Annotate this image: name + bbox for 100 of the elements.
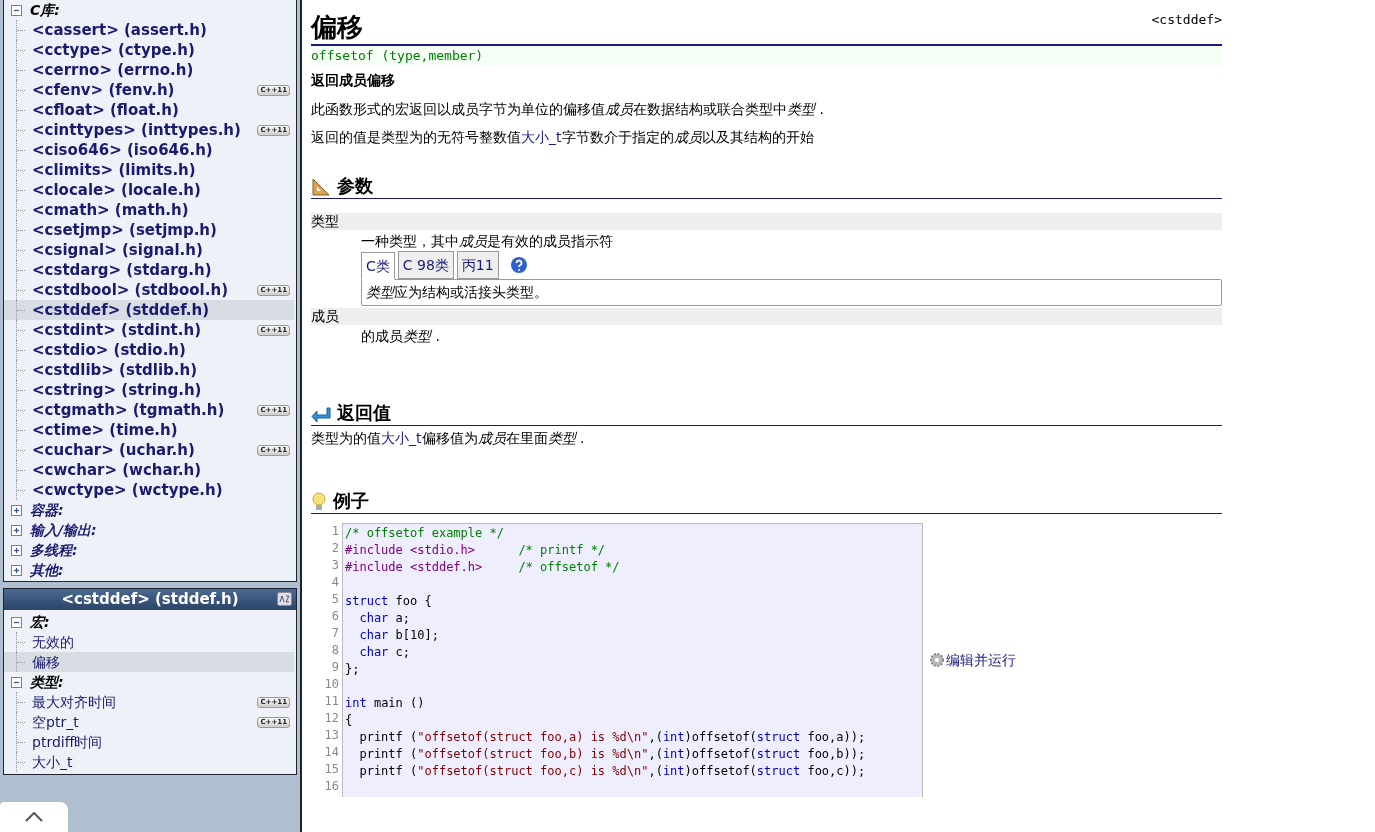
tree-item-label: <ctgmath> (tgmath.h) [32,399,225,421]
tree-group-label[interactable]: 类型: [30,671,64,693]
code-block: /* offsetof example */ #include <stdio.h> /* printf */ #include <stddef.h> /* offsetof */ struct foo { char a; char b[10]; char c; }; int main () { printf ("offsetof(struct foo,a) is %d\n",(int)offsetof(struct foo,a)); printf ("offsetof(struct foo,b) is %d\n",(int)offsetof(struct foo,b)); printf ("offsetof(struct foo,c) is %d\n",(int)offsetof(struct foo,c)); [342,523,923,797]
edit-and-run-link[interactable]: 编辑并运行 [929,649,1016,671]
tree-item-label: <csetjmp> (setjmp.h) [32,219,217,241]
tree-item[interactable]: <cstdlib> (stdlib.h) [4,360,294,380]
tree-item-label: <csignal> (signal.h) [32,239,203,261]
tree-item[interactable]: <cstdio> (stdio.h) [4,340,294,360]
line-number: 14 [324,744,339,761]
line-number: 11 [324,693,339,710]
tree-item-label: <cuchar> (uchar.h) [32,439,195,461]
tree-item-label: <cstring> (string.h) [32,379,202,401]
expand-icon[interactable] [11,524,22,536]
tree-item[interactable]: <cstddef> (stddef.h) [4,300,294,320]
section-heading: 例子 [333,490,369,512]
tree-item-label: <cstdbool> (stdbool.h) [32,279,228,301]
tree-group-label[interactable]: 输入/输出: [30,519,97,541]
tree-item-label: <cassert> (assert.h) [32,19,207,41]
version-tab[interactable]: C 98类 [397,251,454,279]
tree-item-label: <cinttypes> (inttypes.h) [32,119,241,141]
tree-item[interactable]: <cassert> (assert.h) [4,20,294,40]
collapse-icon[interactable] [11,616,22,628]
line-number: 13 [324,727,339,744]
summary: 返回成员偏移 [311,71,396,90]
tree-item-label: <cwchar> (wchar.h) [32,459,202,481]
prototype: offsetof (type,member) [311,46,1222,66]
tree-item[interactable]: <clocale> (locale.h) [4,180,294,200]
parameter-name: 类型 [311,213,1222,230]
version-tab[interactable]: C类 [361,252,395,280]
tab-content-text: 类型应为结构或活接头类型。 [366,283,548,302]
tree-item[interactable]: <ciso646> (iso646.h) [4,140,294,160]
line-number: 8 [331,642,339,659]
help-icon[interactable] [509,256,528,274]
tree-item[interactable]: ptrdiff时间 [4,732,294,752]
parameter-description: 一种类型，其中成员是有效的成员指示符 [361,232,614,251]
tree-group-label[interactable]: 容器: [30,499,64,521]
description-paragraph: 返回的值是类型为的无符号整数值大小_t字节数介于指定的成员以及其结构的开始 [311,128,815,147]
tree-item[interactable]: <cfloat> (float.h) [4,100,294,120]
line-number: 10 [324,676,339,693]
tree-item[interactable]: 大小_t [4,752,294,772]
line-number: 9 [331,659,339,676]
tree-item-label: <cstdio> (stdio.h) [32,339,186,361]
line-number: 1 [331,523,339,540]
line-number: 2 [331,540,339,557]
tree-item-label: <climits> (limits.h) [32,159,196,181]
tree-group-label[interactable]: 多线程: [30,539,78,561]
tree-item-label: <ciso646> (iso646.h) [32,139,213,161]
tree-group-label[interactable]: 宏: [30,611,50,633]
tree-item-label: 无效的 [32,632,74,652]
scroll-top-button[interactable] [0,802,68,832]
line-number: 3 [331,557,339,574]
chevron-up-icon [25,812,43,822]
tree-group-label[interactable]: C库: [30,0,60,21]
tree-item[interactable]: <csetjmp> (setjmp.h) [4,220,294,240]
tree-group-label[interactable]: 其他: [30,559,64,581]
section-heading: 返回值 [337,402,391,424]
line-number: 16 [324,778,339,795]
tree-item-label: <cfenv> (fenv.h) [32,79,175,101]
expand-icon[interactable] [11,504,22,516]
tree-item-label: <cwctype> (wctype.h) [32,479,223,501]
line-number: 4 [331,574,339,591]
tree-item-label: ptrdiff时间 [32,732,103,752]
tree-item[interactable]: <ctime> (time.h) [4,420,294,440]
collapse-icon[interactable] [11,676,22,688]
expand-icon[interactable] [11,544,22,556]
tree-item[interactable]: <climits> (limits.h) [4,160,294,180]
tree-item-label: <cerrno> (errno.h) [32,59,194,81]
collapse-icon[interactable] [11,4,22,16]
description-paragraph: 此函数形式的宏返回以成员字节为单位的偏移值成员在数据结构或联合类型中类型 . [311,100,825,119]
tree-item-label: <cstdlib> (stdlib.h) [32,359,198,381]
line-number: 6 [331,608,339,625]
tree-item[interactable]: <cwctype> (wctype.h) [4,480,294,500]
tree-item[interactable]: <cctype> (ctype.h) [4,40,294,60]
tree-item[interactable]: <cerrno> (errno.h) [4,60,294,80]
tree-item[interactable]: 偏移 [4,652,294,672]
tree-item-label: <cfloat> (float.h) [32,99,179,121]
parameter-name: 成员 [311,308,1222,325]
tree-item-label: <cstddef> (stddef.h) [32,299,210,321]
section-heading: 参数 [337,175,373,197]
tree-item[interactable]: <cstring> (string.h) [4,380,294,400]
gear-icon [929,652,945,668]
tree-item[interactable]: <cstdarg> (stdarg.h) [4,260,294,280]
line-number: 7 [331,625,339,642]
sort-icon[interactable] [277,592,292,606]
version-tab[interactable]: 丙11 [456,251,499,279]
tree-item-label: <clocale> (locale.h) [32,179,201,201]
page-title: 偏移 [311,11,363,44]
panel-title: <cstddef> (stddef.h) [61,589,239,611]
header-label: <cstddef> [1151,11,1222,29]
tree-item-label: 空ptr_t [32,712,79,732]
tree-item[interactable]: <cmath> (math.h) [4,200,294,220]
tree-item[interactable]: <cwchar> (wchar.h) [4,460,294,480]
tree-item-label: <cctype> (ctype.h) [32,39,195,61]
light-bulb-icon [311,492,327,512]
return-arrow-icon [311,406,331,424]
tree-item[interactable]: <csignal> (signal.h) [4,240,294,260]
tree-item-label: <cstdarg> (stdarg.h) [32,259,212,281]
tree-item-label: <cmath> (math.h) [32,199,189,221]
expand-icon[interactable] [11,564,22,576]
tree-item-label: 偏移 [32,652,60,672]
